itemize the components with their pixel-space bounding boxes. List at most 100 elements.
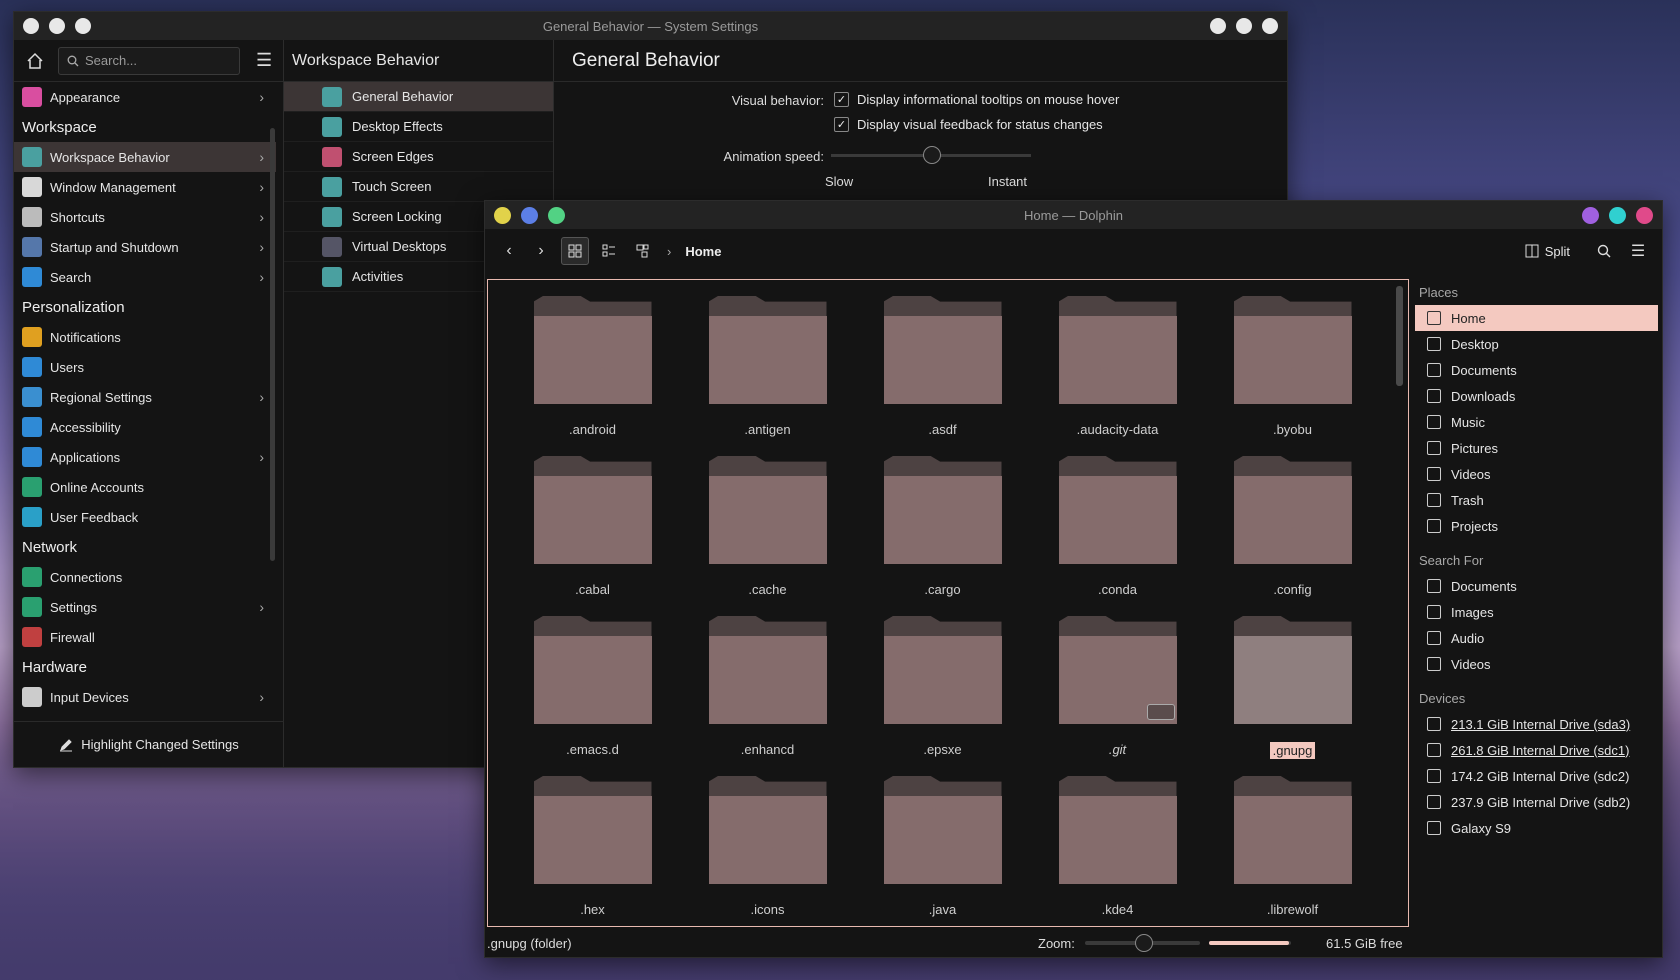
search-for-documents[interactable]: Documents — [1415, 573, 1658, 599]
folder-item[interactable]: .conda — [1016, 456, 1191, 616]
tooltip-checkbox-row[interactable]: ✓ Display informational tooltips on mous… — [834, 92, 1119, 107]
folder-item[interactable]: .epsxe — [841, 616, 1016, 776]
category-item-shortcuts[interactable]: Shortcuts › — [14, 202, 276, 232]
folder-item[interactable]: .android — [491, 296, 666, 456]
folder-item[interactable]: .config — [1191, 456, 1366, 616]
place-projects[interactable]: Projects — [1415, 513, 1658, 539]
folder-item[interactable]: .java — [841, 776, 1016, 926]
folder-item[interactable]: .kde4 — [1016, 776, 1191, 926]
search-button[interactable] — [1590, 237, 1618, 265]
details-view-button[interactable] — [629, 237, 657, 265]
zoom-slider[interactable] — [1085, 934, 1200, 952]
category-item-users[interactable]: Users — [14, 352, 276, 382]
subcategory-item-touch-screen[interactable]: Touch Screen — [284, 172, 553, 202]
place-desktop[interactable]: Desktop — [1415, 331, 1658, 357]
place-home[interactable]: Home — [1415, 305, 1658, 331]
hamburger-menu-icon[interactable]: ☰ — [256, 50, 272, 71]
feedback-checkbox-row[interactable]: ✓ Display visual feedback for status cha… — [834, 117, 1103, 132]
place-pictures[interactable]: Pictures — [1415, 435, 1658, 461]
dolphin-window-title: Home — Dolphin — [1024, 208, 1123, 223]
subcategory-item-general-behavior[interactable]: General Behavior — [284, 82, 553, 112]
file-view[interactable]: .android .antigen .asdf .audacity-data .byob… — [487, 279, 1409, 927]
hamburger-menu-icon[interactable]: ☰ — [1624, 237, 1652, 265]
close-button[interactable] — [1636, 207, 1653, 224]
subcategory-item-screen-edges[interactable]: Screen Edges — [284, 142, 553, 172]
feedback-checkbox[interactable]: ✓ — [834, 117, 849, 132]
category-item-window-management[interactable]: Window Management › — [14, 172, 276, 202]
compact-view-button[interactable] — [595, 237, 623, 265]
category-item-settings[interactable]: Settings › — [14, 592, 276, 622]
menu-dot-icon[interactable] — [23, 18, 39, 34]
icons-view-button[interactable] — [561, 237, 589, 265]
home-button[interactable] — [22, 48, 48, 74]
category-item-startup-and-shutdown[interactable]: Startup and Shutdown › — [14, 232, 276, 262]
category-item-user-feedback[interactable]: User Feedback — [14, 502, 276, 532]
search-for-icon — [1427, 631, 1441, 645]
minimize-button[interactable] — [1210, 18, 1226, 34]
folder-item[interactable]: .antigen — [666, 296, 841, 456]
file-view-scrollbar[interactable] — [1396, 286, 1403, 386]
settings-search-field[interactable]: Search... — [58, 46, 240, 75]
place-downloads[interactable]: Downloads — [1415, 383, 1658, 409]
sidebar-scrollbar[interactable] — [270, 128, 275, 561]
category-item-notifications[interactable]: Notifications — [14, 322, 276, 352]
folder-item[interactable]: .audacity-data — [1016, 296, 1191, 456]
folder-label: .byobu — [1272, 422, 1313, 437]
device-261-8-gib-internal-drive-sdc1-[interactable]: 261.8 GiB Internal Drive (sdc1) — [1415, 737, 1658, 763]
category-label: Shortcuts — [50, 209, 105, 225]
search-for-audio[interactable]: Audio — [1415, 625, 1658, 651]
zoom-slider-handle[interactable] — [1135, 934, 1153, 952]
device-174-2-gib-internal-drive-sdc2-[interactable]: 174.2 GiB Internal Drive (sdc2) — [1415, 763, 1658, 789]
menu-dot-icon[interactable] — [494, 206, 511, 224]
category-item-accessibility[interactable]: Accessibility — [14, 412, 276, 442]
category-item-appearance[interactable]: Appearance › — [14, 82, 276, 112]
highlight-changed-button[interactable]: Highlight Changed Settings — [14, 721, 284, 767]
folder-item[interactable]: .librewolf — [1191, 776, 1366, 926]
maximize-button[interactable] — [1236, 18, 1252, 34]
slider-handle[interactable] — [923, 146, 941, 164]
folder-item[interactable]: .hex — [491, 776, 666, 926]
category-item-regional-settings[interactable]: Regional Settings › — [14, 382, 276, 412]
tooltip-checkbox[interactable]: ✓ — [834, 92, 849, 107]
breadcrumb-home[interactable]: Home — [685, 244, 721, 259]
place-videos[interactable]: Videos — [1415, 461, 1658, 487]
menu-dot-icon[interactable] — [521, 206, 538, 224]
maximize-button[interactable] — [1609, 207, 1626, 224]
menu-dot-icon[interactable] — [49, 18, 65, 34]
menu-dot-icon[interactable] — [548, 206, 565, 224]
folder-item[interactable]: .git — [1016, 616, 1191, 776]
close-button[interactable] — [1262, 18, 1278, 34]
back-button[interactable]: ‹ — [495, 237, 523, 265]
folder-item[interactable]: .gnupg — [1191, 616, 1366, 776]
device-213-1-gib-internal-drive-sda3-[interactable]: 213.1 GiB Internal Drive (sda3) — [1415, 711, 1658, 737]
search-for-images[interactable]: Images — [1415, 599, 1658, 625]
minimize-button[interactable] — [1582, 207, 1599, 224]
category-item-connections[interactable]: Connections — [14, 562, 276, 592]
folder-item[interactable]: .asdf — [841, 296, 1016, 456]
forward-button[interactable]: › — [527, 237, 555, 265]
category-item-applications[interactable]: Applications › — [14, 442, 276, 472]
split-button[interactable]: Split — [1525, 244, 1570, 259]
animation-speed-slider[interactable] — [831, 146, 1031, 164]
folder-item[interactable]: .cargo — [841, 456, 1016, 616]
category-item-firewall[interactable]: Firewall — [14, 622, 276, 652]
search-for-videos[interactable]: Videos — [1415, 651, 1658, 677]
category-item-input-devices[interactable]: Input Devices › — [14, 682, 276, 712]
place-documents[interactable]: Documents — [1415, 357, 1658, 383]
category-item-online-accounts[interactable]: Online Accounts — [14, 472, 276, 502]
category-item-workspace-behavior[interactable]: Workspace Behavior › — [14, 142, 276, 172]
device-237-9-gib-internal-drive-sdb2-[interactable]: 237.9 GiB Internal Drive (sdb2) — [1415, 789, 1658, 815]
place-music[interactable]: Music — [1415, 409, 1658, 435]
folder-item[interactable]: .emacs.d — [491, 616, 666, 776]
folder-item[interactable]: .icons — [666, 776, 841, 926]
place-trash[interactable]: Trash — [1415, 487, 1658, 513]
folder-item[interactable]: .cache — [666, 456, 841, 616]
folder-icon — [883, 456, 1002, 564]
folder-item[interactable]: .byobu — [1191, 296, 1366, 456]
folder-item[interactable]: .cabal — [491, 456, 666, 616]
device-galaxy-s9[interactable]: Galaxy S9 — [1415, 815, 1658, 841]
category-item-search[interactable]: Search › — [14, 262, 276, 292]
subcategory-item-desktop-effects[interactable]: Desktop Effects — [284, 112, 553, 142]
menu-dot-icon[interactable] — [75, 18, 91, 34]
folder-item[interactable]: .enhancd — [666, 616, 841, 776]
